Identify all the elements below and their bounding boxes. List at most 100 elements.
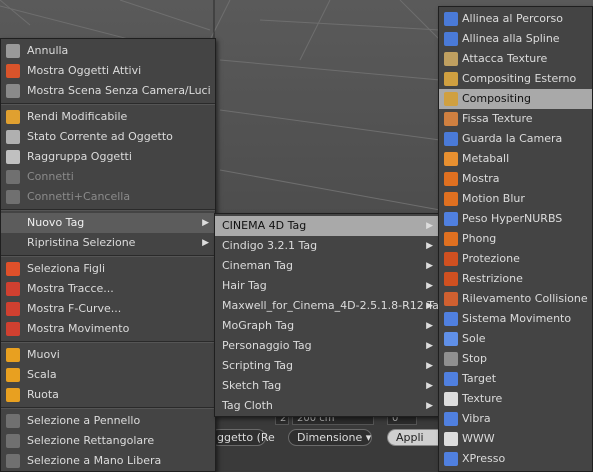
dimension-dropdown[interactable]: Dimensione ▾ xyxy=(288,429,372,446)
c4d-tag-mostra[interactable]: Mostra xyxy=(439,169,592,189)
c4d-tag-xpresso-label: XPresso xyxy=(462,452,506,465)
c4d-tag-allinea-alla-spline[interactable]: Allinea alla Spline xyxy=(439,29,592,49)
c4d-tag-sole[interactable]: Sole xyxy=(439,329,592,349)
lasso-select-icon xyxy=(6,454,20,468)
menu-item-raggruppa-oggetti-label: Raggruppa Oggetti xyxy=(27,150,132,163)
c4d-tag-motion-blur[interactable]: Motion Blur xyxy=(439,189,592,209)
c4d-tag-mostra-label: Mostra xyxy=(462,172,500,185)
menu-item-mostra-oggetti-attivi[interactable]: Mostra Oggetti Attivi xyxy=(1,61,215,81)
make-editable-icon xyxy=(6,110,20,124)
c4d-tag-guarda-la-camera[interactable]: Guarda la Camera xyxy=(439,129,592,149)
show-active-objects-icon xyxy=(6,64,20,78)
texture-icon xyxy=(444,392,458,406)
c4d-tag-compositing-esterno[interactable]: Compositing Esterno xyxy=(439,69,592,89)
tag-menu-item-cineman-tag[interactable]: Cineman Tag ▶ xyxy=(215,256,439,276)
context-menu: Annulla Mostra Oggetti Attivi Mostra Scena… xyxy=(0,38,216,472)
submenu-arrow-icon: ▶ xyxy=(426,401,433,411)
menu-item-annulla-label: Annulla xyxy=(27,44,69,57)
sun-icon xyxy=(444,332,458,346)
new-tag-submenu: CINEMA 4D Tag ▶ Cindigo 3.2.1 Tag ▶ Cineman … xyxy=(214,213,446,417)
restriction-icon xyxy=(444,272,458,286)
menu-item-muovi[interactable]: Muovi xyxy=(1,345,215,365)
c4d-tag-xpresso[interactable]: XPresso xyxy=(439,449,592,469)
menu-item-ruota-label: Ruota xyxy=(27,388,59,401)
c4d-tag-fissa-texture-label: Fissa Texture xyxy=(462,112,533,125)
c4d-tag-allinea-al-percorso[interactable]: Allinea al Percorso xyxy=(439,9,592,29)
c4d-tag-texture[interactable]: Texture xyxy=(439,389,592,409)
c4d-tag-texture-label: Texture xyxy=(462,392,503,405)
current-state-icon xyxy=(6,130,20,144)
c4d-tag-allinea-alla-spline-label: Allinea alla Spline xyxy=(462,32,560,45)
menu-item-nuovo-tag[interactable]: Nuovo Tag ▶ xyxy=(1,213,215,233)
select-children-icon xyxy=(6,262,20,276)
c4d-tag-restrizione[interactable]: Restrizione xyxy=(439,269,592,289)
menu-item-mostra-movimento[interactable]: Mostra Movimento xyxy=(1,319,215,339)
menu-item-seleziona-figli[interactable]: Seleziona Figli xyxy=(1,259,215,279)
tag-menu-item-cindigo-3-2-1-tag[interactable]: Cindigo 3.2.1 Tag ▶ xyxy=(215,236,439,256)
menu-item-connetti-cancella-label: Connetti+Cancella xyxy=(27,190,131,203)
c4d-tag-rilevamento-collisione[interactable]: Rilevamento Collisione xyxy=(439,289,592,309)
menu-item-rendi-modificabile[interactable]: Rendi Modificabile xyxy=(1,107,215,127)
menu-item-mostra-tracce[interactable]: Mostra Tracce... xyxy=(1,279,215,299)
c4d-tag-metaball-label: Metaball xyxy=(462,152,510,165)
submenu-arrow-icon: ▶ xyxy=(426,261,433,271)
menu-item-ripristina-selezione[interactable]: Ripristina Selezione ▶ xyxy=(1,233,215,253)
stop-icon xyxy=(444,352,458,366)
tag-menu-item-sketch-tag[interactable]: Sketch Tag ▶ xyxy=(215,376,439,396)
tag-menu-item-personaggio-tag-label: Personaggio Tag xyxy=(222,339,312,352)
tag-menu-item-tag-cloth[interactable]: Tag Cloth ▶ xyxy=(215,396,439,416)
menu-item-scala[interactable]: Scala xyxy=(1,365,215,385)
menu-item-mostra-scena-senza-camera-luci-label: Mostra Scena Senza Camera/Luci xyxy=(27,84,211,97)
c4d-tag-motion-blur-label: Motion Blur xyxy=(462,192,525,205)
menu-item-selezione-a-pennello[interactable]: Selezione a Pennello xyxy=(1,411,215,431)
c4d-tag-rilevamento-collisione-label: Rilevamento Collisione xyxy=(462,292,588,305)
menu-item-rendi-modificabile-label: Rendi Modificabile xyxy=(27,110,128,123)
tag-menu-item-cineman-tag-label: Cineman Tag xyxy=(222,259,294,272)
tag-menu-item-maxwell-for-cinema-4d-2-5-1-8-r12-tag[interactable]: Maxwell_for_Cinema_4D-2.5.1.8-R12 Tag ▶ xyxy=(215,296,446,316)
submenu-arrow-icon: ▶ xyxy=(426,241,433,251)
c4d-tag-metaball[interactable]: Metaball xyxy=(439,149,592,169)
object-dropdown[interactable]: ggetto (Re xyxy=(210,429,275,446)
tag-menu-item-personaggio-tag[interactable]: Personaggio Tag ▶ xyxy=(215,336,439,356)
menu-item-mostra-f-curve[interactable]: Mostra F-Curve... xyxy=(1,299,215,319)
tag-menu-item-mograph-tag[interactable]: MoGraph Tag ▶ xyxy=(215,316,439,336)
menu-item-nuovo-tag-label: Nuovo Tag xyxy=(27,216,85,229)
menu-item-selezione-a-mano-libera[interactable]: Selezione a Mano Libera xyxy=(1,451,215,471)
menu-item-raggruppa-oggetti[interactable]: Raggruppa Oggetti xyxy=(1,147,215,167)
c4d-tag-target[interactable]: Target xyxy=(439,369,592,389)
tag-menu-item-scripting-tag[interactable]: Scripting Tag ▶ xyxy=(215,356,439,376)
menu-item-mostra-scena-senza-camera-luci[interactable]: Mostra Scena Senza Camera/Luci xyxy=(1,81,215,101)
c4d-tag-protezione-label: Protezione xyxy=(462,252,520,265)
menu-item-connetti-cancella: Connetti+Cancella xyxy=(1,187,215,207)
c4d-tag-www-label: WWW xyxy=(462,432,495,445)
c4d-tag-compositing-esterno-label: Compositing Esterno xyxy=(462,72,577,85)
c4d-tag-protezione[interactable]: Protezione xyxy=(439,249,592,269)
c4d-tag-fissa-texture[interactable]: Fissa Texture xyxy=(439,109,592,129)
tag-menu-item-maxwell-for-cinema-4d-2-5-1-8-r12-tag-label: Maxwell_for_Cinema_4D-2.5.1.8-R12 Tag xyxy=(222,299,446,312)
c4d-tag-stop[interactable]: Stop xyxy=(439,349,592,369)
c4d-tag-stop-label: Stop xyxy=(462,352,488,365)
tag-menu-item-hair-tag[interactable]: Hair Tag ▶ xyxy=(215,276,439,296)
menu-separator xyxy=(1,209,215,211)
c4d-tag-www[interactable]: WWW xyxy=(439,429,592,449)
xpresso-icon xyxy=(444,452,458,466)
c4d-tag-vibra[interactable]: Vibra xyxy=(439,409,592,429)
tag-menu-item-cinema-4d-tag[interactable]: CINEMA 4D Tag ▶ xyxy=(215,216,439,236)
undo-icon xyxy=(6,44,20,58)
menu-item-stato-corrente-ad-oggetto[interactable]: Stato Corrente ad Oggetto xyxy=(1,127,215,147)
show-fcurve-icon xyxy=(6,302,20,316)
menu-item-annulla[interactable]: Annulla xyxy=(1,41,215,61)
c4d-tag-attacca-texture[interactable]: Attacca Texture xyxy=(439,49,592,69)
menu-item-connetti: Connetti xyxy=(1,167,215,187)
scale-icon xyxy=(6,368,20,382)
c4d-tag-compositing[interactable]: Compositing xyxy=(439,89,592,109)
c4d-tag-phong[interactable]: Phong xyxy=(439,229,592,249)
c4d-tag-sistema-movimento-label: Sistema Movimento xyxy=(462,312,572,325)
submenu-arrow-icon: ▶ xyxy=(202,218,209,228)
tag-menu-item-tag-cloth-label: Tag Cloth xyxy=(222,399,273,412)
c4d-tag-peso-hypernurbs[interactable]: Peso HyperNURBS xyxy=(439,209,592,229)
menu-item-ruota[interactable]: Ruota xyxy=(1,385,215,405)
tag-menu-item-scripting-tag-label: Scripting Tag xyxy=(222,359,294,372)
c4d-tag-sistema-movimento[interactable]: Sistema Movimento xyxy=(439,309,592,329)
menu-item-selezione-rettangolare[interactable]: Selezione Rettangolare xyxy=(1,431,215,451)
